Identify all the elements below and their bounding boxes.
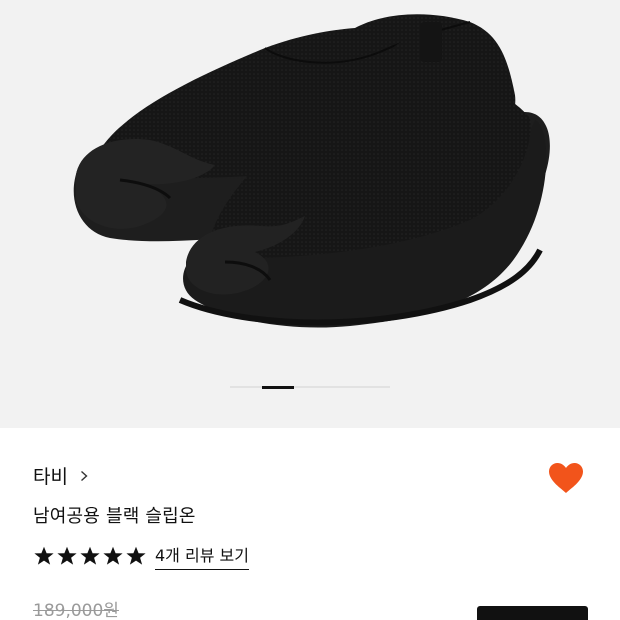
rating-row: 4개 리뷰 보기 (33, 542, 249, 570)
heart-icon[interactable] (547, 461, 585, 495)
product-image-gallery[interactable] (0, 0, 620, 428)
reviews-link[interactable]: 4개 리뷰 보기 (155, 542, 249, 570)
gallery-pagination[interactable] (230, 386, 390, 389)
brand-link[interactable]: 타비 (33, 462, 90, 489)
gallery-dot-active[interactable] (262, 386, 294, 389)
product-title: 남여공용 블랙 슬립온 (33, 506, 196, 527)
chevron-right-icon (81, 470, 88, 481)
gallery-dot[interactable] (358, 386, 390, 388)
product-photo (73, 14, 550, 328)
star-rating (33, 546, 148, 566)
original-price: 189,000원 (33, 601, 119, 620)
brand-name[interactable]: 타비 (33, 462, 68, 489)
star-icon (57, 546, 77, 565)
star-icon (34, 546, 54, 565)
star-icon (80, 546, 100, 565)
star-icon (103, 546, 123, 565)
purchase-button[interactable] (477, 606, 588, 620)
gallery-dot[interactable] (230, 386, 262, 388)
product-info: 타비 남여공용 블랙 슬립온 4개 리뷰 보기 189,000원 (0, 428, 620, 620)
star-icon (126, 546, 146, 565)
gallery-dot[interactable] (294, 386, 326, 388)
gallery-dot[interactable] (326, 386, 358, 388)
